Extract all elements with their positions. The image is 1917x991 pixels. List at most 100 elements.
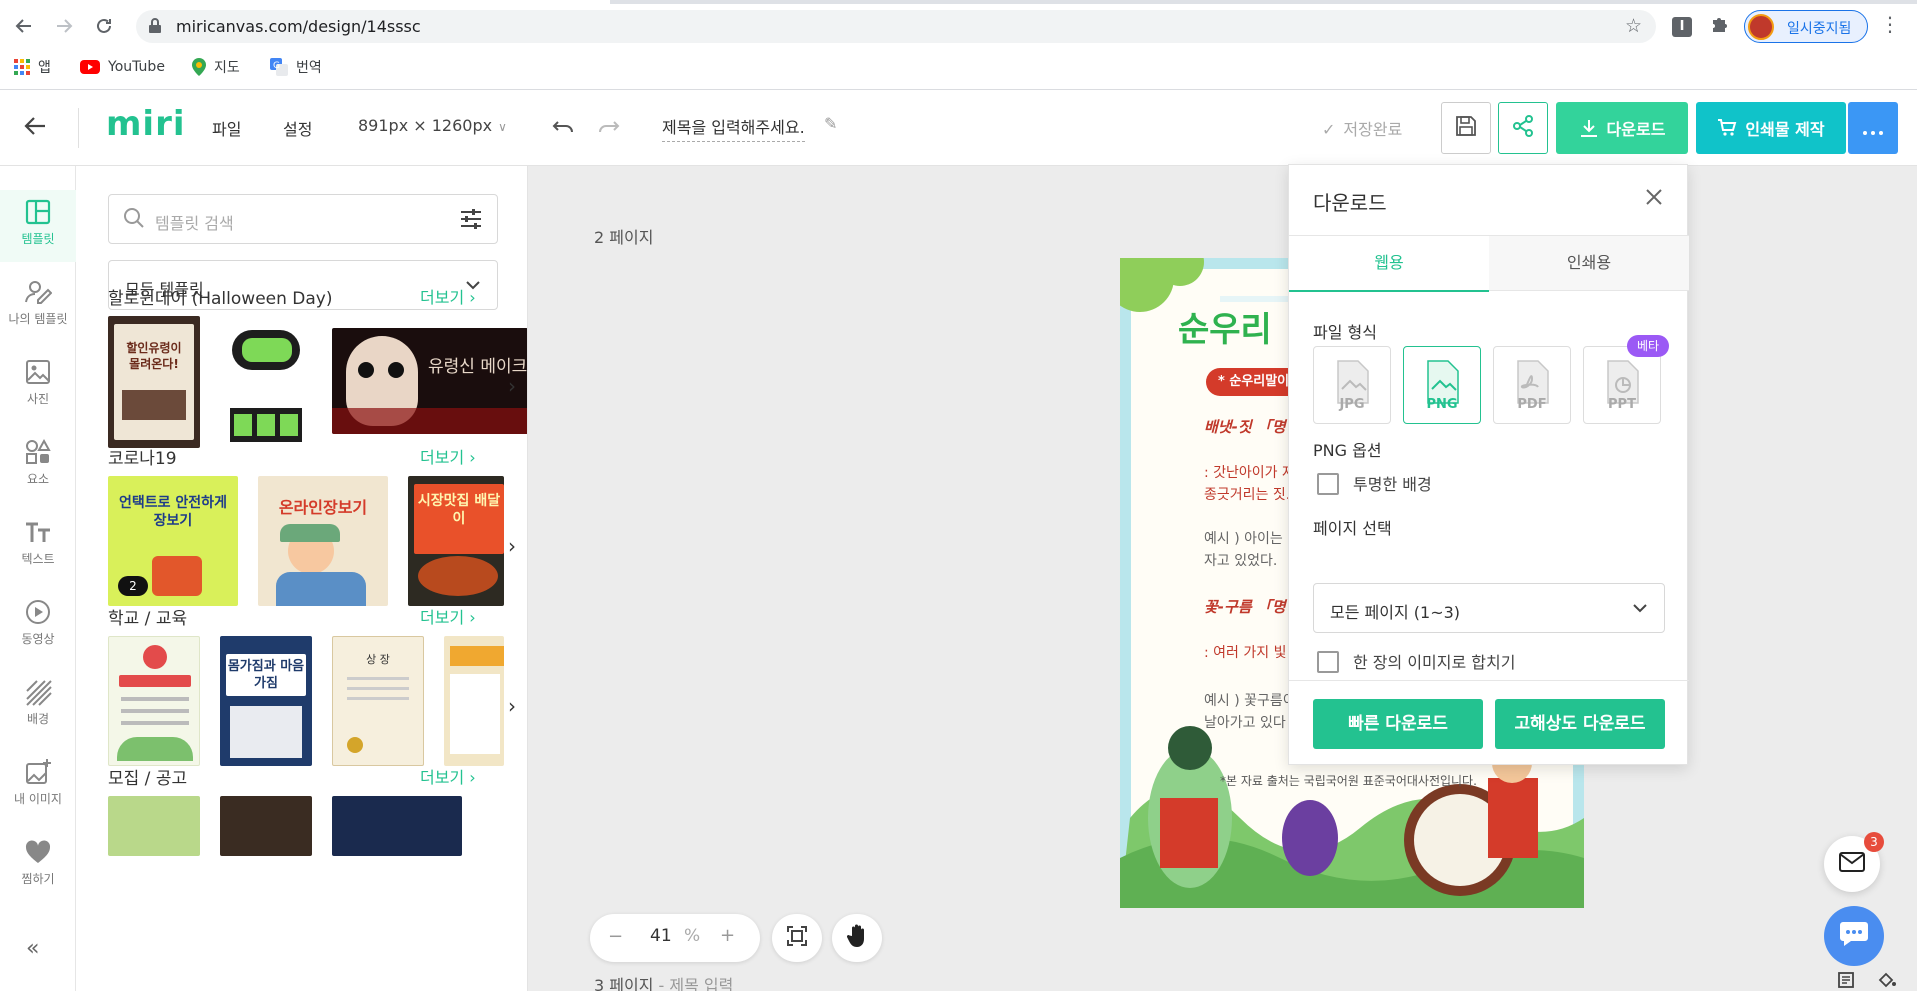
template-thumbnail[interactable]: 몸가짐과 마음가짐 — [220, 636, 312, 766]
fit-screen-icon — [786, 925, 808, 951]
apps-grid-icon — [14, 59, 30, 75]
chevron-right-icon[interactable]: › — [508, 534, 516, 558]
page-select-dropdown[interactable]: 모든 페이지 (1~3) — [1313, 583, 1665, 633]
see-more-link[interactable]: 더보기 › — [420, 284, 476, 308]
template-carousel: 몸가짐과 마음가짐 상 장 › — [108, 636, 527, 768]
miri-logo[interactable]: miri — [106, 104, 186, 144]
rail-item-my-templates[interactable]: 나의 템플릿 — [0, 270, 76, 342]
collapse-panel-icon[interactable]: « — [26, 936, 39, 961]
template-thumbnail[interactable] — [444, 636, 504, 766]
template-carousel — [108, 796, 527, 928]
chat-support-button[interactable] — [1824, 906, 1884, 966]
template-thumbnail[interactable]: 언택트로 안전하게 장보기 2 — [108, 476, 238, 606]
profile-button[interactable]: 일시중지됨 — [1744, 10, 1868, 43]
zoom-out-icon[interactable]: − — [608, 926, 623, 947]
template-thumbnail[interactable] — [220, 316, 312, 448]
rail-item-favorites[interactable]: 찜하기 — [0, 830, 76, 902]
inbox-button[interactable]: 3 — [1824, 832, 1884, 892]
filter-sliders-icon[interactable] — [459, 207, 483, 235]
template-thumbnail[interactable] — [332, 796, 462, 856]
rail-item-templates[interactable]: 템플릿 — [0, 190, 76, 262]
page-tools — [1838, 972, 1897, 991]
rail-item-photos[interactable]: 사진 — [0, 350, 76, 422]
more-options-button[interactable] — [1848, 102, 1898, 154]
format-jpg-button[interactable]: JPG — [1313, 346, 1391, 424]
design-text: : 갓난아이가 자 — [1204, 465, 1295, 481]
download-button[interactable]: 다운로드 — [1556, 102, 1688, 154]
rail-label: 요소 — [26, 472, 50, 486]
save-button[interactable] — [1441, 102, 1491, 154]
rail-item-my-images[interactable]: 내 이미지 — [0, 750, 76, 822]
pencil-icon[interactable]: ✎ — [824, 114, 837, 133]
reload-icon[interactable] — [88, 10, 120, 42]
notes-icon[interactable] — [1838, 972, 1860, 991]
format-png-button[interactable]: PNG — [1403, 346, 1481, 424]
template-thumbnail[interactable]: 할인유령이 몰려온다! — [108, 316, 200, 448]
extension-icon[interactable]: I — [1672, 17, 1692, 37]
template-search-input[interactable]: 템플릿 검색 — [108, 194, 498, 244]
back-icon[interactable] — [8, 10, 40, 42]
my-image-icon — [26, 759, 51, 784]
back-arrow-icon[interactable] — [24, 114, 46, 142]
transparent-background-label: 투명한 배경 — [1353, 475, 1432, 494]
canvas-size-dropdown[interactable]: 891px × 1260px ∨ — [358, 116, 507, 135]
see-more-link[interactable]: 더보기 › — [420, 444, 476, 468]
file-menu[interactable]: 파일 — [212, 116, 241, 140]
bookmark-apps[interactable]: 앱 — [14, 54, 51, 80]
format-name: JPG — [1339, 396, 1365, 412]
format-pdf-button[interactable]: PDF — [1493, 346, 1571, 424]
rail-label: 사진 — [26, 392, 50, 406]
see-more-link[interactable]: 더보기 › — [420, 764, 476, 788]
page-label: 2 페이지 — [594, 228, 654, 247]
hand-tool-button[interactable] — [832, 914, 882, 962]
chevron-right-icon[interactable]: › — [508, 694, 516, 718]
template-thumbnail[interactable] — [108, 796, 200, 856]
next-page-title[interactable]: - 제목 입력 — [659, 976, 734, 991]
merge-images-checkbox[interactable] — [1317, 651, 1339, 673]
forward-icon[interactable] — [48, 10, 80, 42]
extensions-puzzle-icon[interactable] — [1710, 15, 1728, 38]
print-order-button[interactable]: 인쇄물 제작 — [1696, 102, 1846, 154]
undo-icon[interactable] — [552, 112, 574, 140]
tab-print[interactable]: 인쇄용 — [1489, 236, 1689, 292]
browser-chrome: miricanvas.com/design/14sssc ☆ I 일시중지됨 ⋮… — [0, 0, 1917, 90]
address-bar[interactable]: miricanvas.com/design/14sssc ☆ — [136, 10, 1656, 43]
settings-menu[interactable]: 설정 — [283, 116, 312, 140]
close-icon[interactable] — [1645, 187, 1663, 212]
template-thumbnail[interactable]: 유령신 메이크 — [332, 328, 527, 434]
page-select-value: 모든 페이지 (1~3) — [1330, 603, 1461, 622]
template-thumbnail[interactable]: 시장맛집 배달이 — [408, 476, 504, 606]
my-template-icon — [25, 281, 52, 304]
rail-label: 내 이미지 — [14, 792, 62, 806]
design-text: 예시 ) 아이는 — [1204, 531, 1283, 547]
transparent-background-checkbox[interactable] — [1317, 473, 1339, 495]
rail-item-text[interactable]: 텍스트 — [0, 510, 76, 582]
bookmark-maps[interactable]: 지도 — [192, 54, 240, 80]
fit-screen-button[interactable] — [772, 914, 822, 962]
zoom-value[interactable]: 41 — [650, 926, 672, 946]
redo-icon[interactable] — [598, 112, 620, 140]
template-thumbnail[interactable]: 온라인장보기 — [258, 476, 388, 606]
template-thumbnail[interactable] — [108, 636, 200, 766]
design-title-input[interactable]: 제목을 입력해주세요. — [662, 114, 805, 142]
zoom-in-icon[interactable]: + — [720, 925, 735, 946]
rail-item-background[interactable]: 배경 — [0, 670, 76, 742]
tab-web[interactable]: 웹용 — [1289, 236, 1489, 292]
template-thumbnail[interactable] — [220, 796, 312, 856]
browser-menu-icon[interactable]: ⋮ — [1880, 12, 1900, 36]
template-thumbnail[interactable]: 상 장 — [332, 636, 424, 766]
paint-bucket-icon[interactable] — [1878, 972, 1897, 991]
format-ppt-button[interactable]: PPT — [1583, 346, 1661, 424]
rail-item-elements[interactable]: 요소 — [0, 430, 76, 502]
bookmark-translate[interactable]: G 번역 — [270, 54, 322, 80]
bookmark-youtube[interactable]: YouTube — [80, 54, 165, 80]
template-panel: 템플릿 검색 모든 템플릿 할로윈데이 (Halloween Day) 더보기 … — [76, 166, 528, 991]
chevron-right-icon[interactable]: › — [508, 374, 516, 398]
share-button[interactable] — [1498, 102, 1548, 154]
see-more-link[interactable]: 더보기 › — [420, 604, 476, 628]
hires-download-button[interactable]: 고해상도 다운로드 — [1495, 699, 1665, 749]
fast-download-button[interactable]: 빠른 다운로드 — [1313, 699, 1483, 749]
heart-icon — [25, 840, 51, 863]
bookmark-star-icon[interactable]: ☆ — [1625, 15, 1642, 37]
rail-item-video[interactable]: 동영상 — [0, 590, 76, 662]
